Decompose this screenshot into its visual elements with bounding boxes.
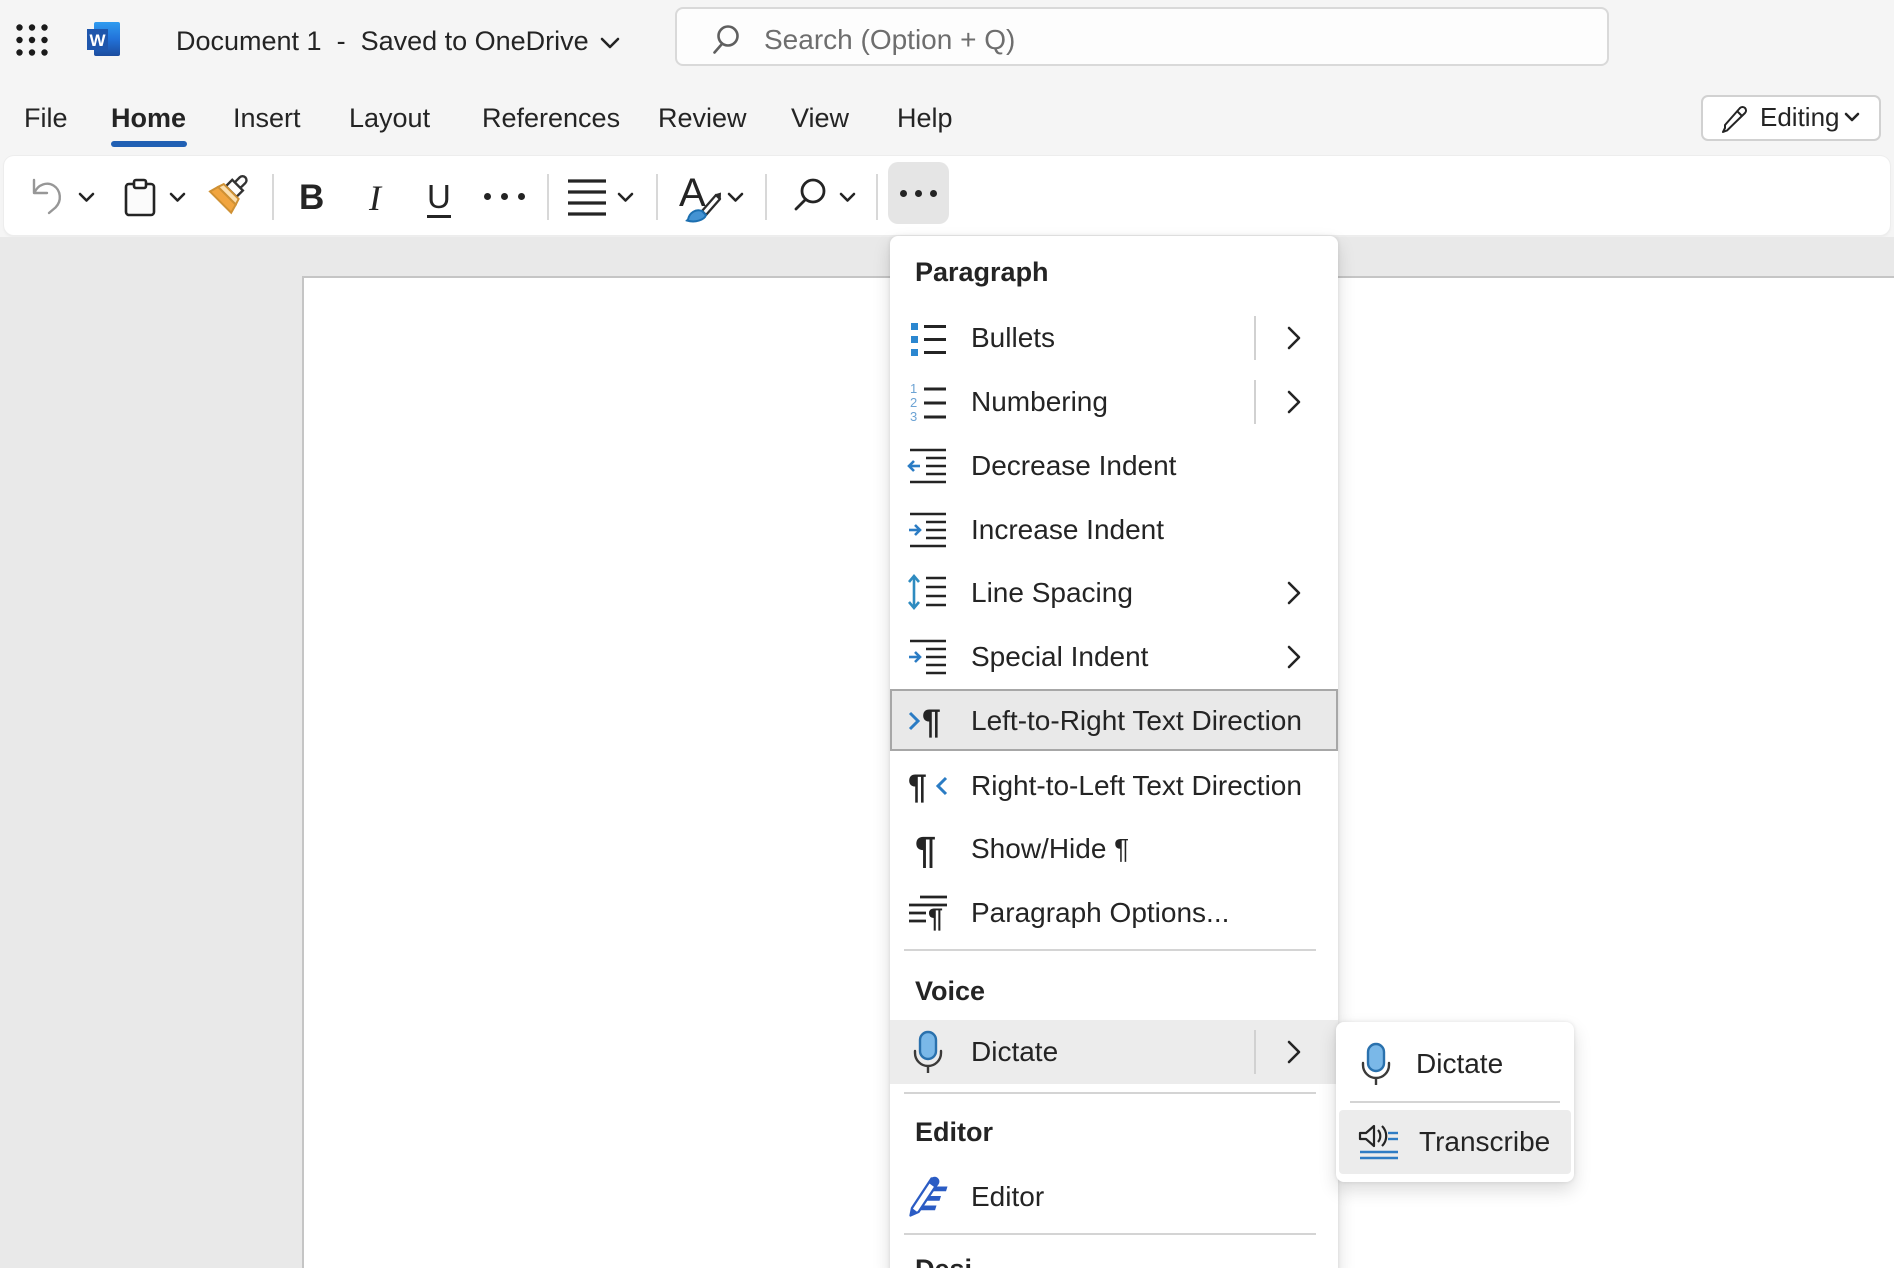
svg-text:3: 3 (910, 409, 917, 424)
svg-text:¶: ¶ (915, 830, 936, 871)
svg-text:2: 2 (910, 395, 917, 410)
svg-text:¶: ¶ (928, 903, 943, 933)
svg-text:1: 1 (910, 381, 917, 396)
svg-text:¶: ¶ (922, 703, 941, 741)
svg-text:¶: ¶ (908, 768, 927, 806)
svg-text:W: W (89, 31, 106, 50)
